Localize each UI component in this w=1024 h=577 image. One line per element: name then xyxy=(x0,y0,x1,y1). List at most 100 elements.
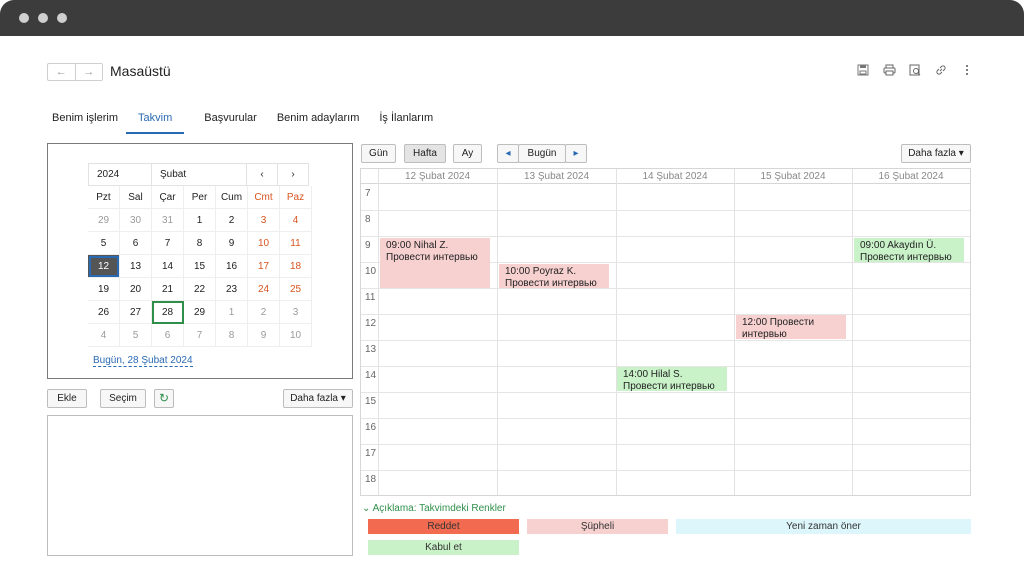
calendar-event[interactable]: 09:00 Nihal Z. Провести интервью xyxy=(380,238,490,288)
day-cell[interactable]: 4 xyxy=(88,324,120,347)
add-button[interactable]: Ekle xyxy=(47,389,87,408)
weekday-row: Pzt Sal Çar Per Cum Cmt Paz xyxy=(88,186,360,209)
day-cell[interactable]: 23 xyxy=(216,278,248,301)
calendar-event[interactable]: 12:00 Провести интервью xyxy=(736,315,846,339)
month-view-button[interactable]: Ay xyxy=(453,144,482,163)
day-cell[interactable]: 6 xyxy=(120,232,152,255)
day-cell[interactable]: 9 xyxy=(216,232,248,255)
day-column-header[interactable]: 15 Şubat 2024 xyxy=(734,169,852,184)
day-cell[interactable]: 27 xyxy=(120,301,152,324)
window-control-dot[interactable] xyxy=(19,13,29,23)
day-cell[interactable]: 31 xyxy=(152,209,184,232)
day-cell[interactable]: 5 xyxy=(88,232,120,255)
day-cell[interactable]: 21 xyxy=(152,278,184,301)
day-cell[interactable]: 15 xyxy=(184,255,216,278)
day-cell[interactable]: 8 xyxy=(184,232,216,255)
day-cell[interactable]: 26 xyxy=(88,301,120,324)
column-divider xyxy=(497,169,498,495)
column-divider xyxy=(734,169,735,495)
tab-my-tasks[interactable]: Benim işlerim xyxy=(52,106,118,134)
day-view-button[interactable]: Gün xyxy=(361,144,396,163)
window-control-dot[interactable] xyxy=(38,13,48,23)
prev-month-button[interactable]: ‹ xyxy=(246,163,278,186)
day-cell[interactable]: 2 xyxy=(216,209,248,232)
refresh-icon[interactable]: ↻ xyxy=(154,389,174,408)
save-icon[interactable] xyxy=(856,64,870,79)
today-day-cell[interactable]: 28 xyxy=(152,301,184,324)
weekday-label: Sal xyxy=(120,186,152,209)
day-cell[interactable]: 4 xyxy=(280,209,312,232)
tab-my-candidates[interactable]: Benim adaylarım xyxy=(277,106,360,134)
view-more-button[interactable]: Daha fazla ▾ xyxy=(901,144,971,163)
column-divider xyxy=(852,169,853,495)
day-cell[interactable]: 9 xyxy=(248,324,280,347)
legend-toggle[interactable]: ⌄ Açıklama: Takvimdeki Renkler xyxy=(362,503,506,514)
year-select[interactable]: 2024 xyxy=(88,163,152,186)
day-cell[interactable]: 7 xyxy=(184,324,216,347)
day-column-header[interactable]: 14 Şubat 2024 xyxy=(616,169,734,184)
day-column-header[interactable]: 12 Şubat 2024 xyxy=(378,169,497,184)
tab-calendar[interactable]: Takvim xyxy=(126,106,185,134)
weekday-label: Per xyxy=(184,186,216,209)
day-cell[interactable]: 2 xyxy=(248,301,280,324)
next-month-button[interactable]: › xyxy=(277,163,309,186)
hour-divider xyxy=(361,314,970,315)
more-icon[interactable] xyxy=(960,64,974,79)
month-select[interactable]: Şubat xyxy=(151,163,247,186)
day-cell[interactable]: 1 xyxy=(216,301,248,324)
day-cell[interactable]: 6 xyxy=(152,324,184,347)
weekday-label: Paz xyxy=(280,186,312,209)
day-cell[interactable]: 16 xyxy=(216,255,248,278)
forward-arrow-icon[interactable]: → xyxy=(76,64,103,80)
day-column-header[interactable]: 16 Şubat 2024 xyxy=(852,169,970,184)
window-control-dot[interactable] xyxy=(57,13,67,23)
day-cell[interactable]: 17 xyxy=(248,255,280,278)
day-cell[interactable]: 10 xyxy=(280,324,312,347)
prev-week-button[interactable]: ◂ xyxy=(497,144,519,163)
day-cell[interactable]: 29 xyxy=(184,301,216,324)
link-icon[interactable] xyxy=(934,64,948,79)
day-cell[interactable]: 7 xyxy=(152,232,184,255)
day-cell[interactable]: 8 xyxy=(216,324,248,347)
back-arrow-icon[interactable]: ← xyxy=(48,64,76,80)
today-button[interactable]: Bugün xyxy=(518,144,566,163)
day-cell[interactable]: 10 xyxy=(248,232,280,255)
week-row: 5 6 7 8 9 10 11 xyxy=(88,232,360,255)
day-cell[interactable]: 29 xyxy=(88,209,120,232)
calendar-event[interactable]: 09:00 Akaydın Ü. Провести интервью xyxy=(854,238,964,262)
day-cell[interactable]: 14 xyxy=(152,255,184,278)
day-cell[interactable]: 13 xyxy=(120,255,152,278)
day-cell[interactable]: 19 xyxy=(88,278,120,301)
calendar-event[interactable]: 10:00 Poyraz K. Провести интервью xyxy=(499,264,609,288)
day-cell[interactable]: 22 xyxy=(184,278,216,301)
day-cell[interactable]: 5 xyxy=(120,324,152,347)
day-cell[interactable]: 30 xyxy=(120,209,152,232)
hour-label: 7 xyxy=(365,188,371,199)
weekday-label: Cum xyxy=(216,186,248,209)
day-cell[interactable]: 25 xyxy=(280,278,312,301)
day-cell[interactable]: 11 xyxy=(280,232,312,255)
day-column-header[interactable]: 13 Şubat 2024 xyxy=(497,169,616,184)
event-list-panel xyxy=(47,415,353,556)
tab-applications[interactable]: Başvurular xyxy=(204,106,257,134)
day-cell[interactable]: 20 xyxy=(120,278,152,301)
hour-divider xyxy=(361,470,970,471)
selected-day-cell[interactable]: 12 xyxy=(88,255,120,278)
tab-my-job-postings[interactable]: İş İlanlarım xyxy=(379,106,433,134)
day-cell[interactable]: 18 xyxy=(280,255,312,278)
day-cell[interactable]: 3 xyxy=(280,301,312,324)
list-more-button[interactable]: Daha fazla ▾ xyxy=(283,389,353,408)
calendar-event[interactable]: 14:00 Hilal S. Провести интервью xyxy=(617,367,727,391)
day-cell[interactable]: 3 xyxy=(248,209,280,232)
select-button[interactable]: Seçim xyxy=(100,389,146,408)
print-icon[interactable] xyxy=(882,64,896,79)
today-link[interactable]: Bugün, 28 Şubat 2024 xyxy=(93,355,193,367)
preview-icon[interactable] xyxy=(908,64,922,79)
next-week-button[interactable]: ▸ xyxy=(565,144,587,163)
day-cell[interactable]: 1 xyxy=(184,209,216,232)
week-row: 4 5 6 7 8 9 10 xyxy=(88,324,360,347)
weekday-label: Cmt xyxy=(248,186,280,209)
week-view-button[interactable]: Hafta xyxy=(404,144,446,163)
hour-label: 9 xyxy=(365,240,371,251)
day-cell[interactable]: 24 xyxy=(248,278,280,301)
